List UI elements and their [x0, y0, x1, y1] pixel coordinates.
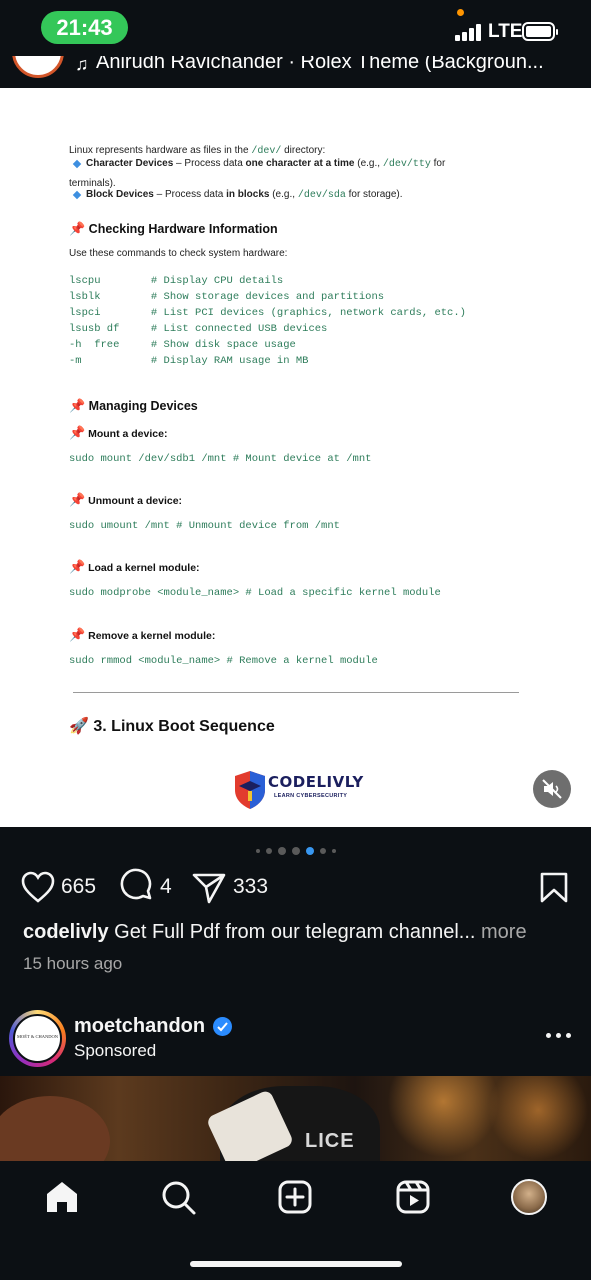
- brand-name: CODELIVLY: [268, 773, 364, 791]
- sponsored-post-image[interactable]: LICE: [0, 1076, 591, 1161]
- caption-text: Get Full Pdf from our telegram channel..…: [108, 921, 476, 943]
- subheading-mount: 📌 Mount a device:: [69, 425, 168, 440]
- battery-icon: [522, 22, 558, 41]
- comment-count[interactable]: 4: [160, 875, 172, 899]
- post-header: ♫ Anirudh Ravichander · Rolex Theme (Bac…: [0, 56, 591, 88]
- home-indicator[interactable]: [190, 1261, 402, 1267]
- block-devices-line: Block Devices – Process data in blocks (…: [86, 189, 403, 201]
- section-heading-check: 📌 Checking Hardware Information: [69, 221, 278, 236]
- send-icon: [192, 873, 226, 904]
- character-devices-line-2: terminals).: [69, 178, 116, 189]
- plus-square-icon: [278, 1180, 312, 1214]
- status-time: 21:43: [41, 11, 128, 44]
- post-actions: 665 4 333: [0, 866, 591, 910]
- pushpin-icon: 📌: [69, 425, 86, 440]
- codelivly-logo: CODELIVLY LEARN CYBERSECURITY: [234, 770, 363, 810]
- post-image[interactable]: Linux represents hardware as files in th…: [0, 88, 591, 827]
- code-line: -m # Display RAM usage in MB: [69, 355, 309, 367]
- nav-create[interactable]: [275, 1177, 315, 1217]
- verified-badge-icon: [213, 1017, 232, 1036]
- sound-off-icon: [542, 779, 562, 799]
- remove-module-command: sudo rmmod <module_name> # Remove a kern…: [69, 655, 378, 667]
- sponsor-avatar[interactable]: MOËT & CHANDON: [13, 1014, 62, 1063]
- bullet-diamond-icon: [72, 190, 82, 200]
- caption-username[interactable]: codelivly: [23, 921, 109, 943]
- code-line: lsblk # Show storage devices and partiti…: [69, 291, 385, 303]
- caption-more-link[interactable]: more: [475, 921, 527, 943]
- nav-search[interactable]: [158, 1177, 198, 1217]
- bookmark-icon: [540, 872, 568, 903]
- load-module-command: sudo modprobe <module_name> # Load a spe…: [69, 587, 441, 599]
- pushpin-icon: 📌: [69, 627, 86, 642]
- code-line: lscpu # Display CPU details: [69, 275, 284, 287]
- subheading-unmount: 📌 Unmount a device:: [69, 492, 183, 507]
- pushpin-icon: 📌: [69, 221, 86, 236]
- music-note-icon: ♫: [75, 56, 89, 74]
- like-button[interactable]: [21, 866, 55, 910]
- code-line: lsusb df # List connected USB devices: [69, 323, 328, 335]
- nav-profile-avatar[interactable]: [511, 1179, 547, 1215]
- pushpin-icon: 📌: [69, 492, 86, 507]
- code-line: lspci # List PCI devices (graphics, netw…: [69, 307, 466, 319]
- privacy-indicator-icon: [457, 9, 464, 16]
- home-icon: [47, 1182, 77, 1212]
- section-heading-managing: 📌 Managing Devices: [69, 398, 198, 413]
- bullet-diamond-icon: [72, 159, 82, 169]
- post-author-avatar[interactable]: [12, 56, 64, 78]
- shield-logo-icon: [235, 771, 265, 809]
- subheading-remove-module: 📌 Remove a kernel module:: [69, 627, 216, 642]
- code-line: -h free # Show disk space usage: [69, 339, 296, 351]
- share-count[interactable]: 333: [233, 875, 268, 899]
- brand-tagline: LEARN CYBERSECURITY: [274, 793, 348, 799]
- like-count[interactable]: 665: [61, 875, 96, 899]
- reels-icon: [396, 1180, 430, 1214]
- post-timestamp: 15 hours ago: [23, 954, 123, 973]
- rocket-icon: 🚀: [69, 718, 89, 735]
- search-icon: [162, 1181, 196, 1215]
- share-button[interactable]: [191, 866, 227, 910]
- divider: [73, 692, 519, 693]
- sponsored-label: Sponsored: [74, 1041, 157, 1060]
- unmount-command: sudo umount /mnt # Unmount device from /…: [69, 520, 340, 532]
- post-caption: codelivly Get Full Pdf from our telegram…: [23, 921, 527, 944]
- carousel-indicator: [0, 842, 591, 856]
- section-heading-boot: 🚀 3. Linux Boot Sequence: [69, 718, 275, 735]
- mount-command: sudo mount /dev/sdb1 /mnt # Mount device…: [69, 453, 372, 465]
- ad-image-text: LICE: [305, 1130, 355, 1152]
- comment-icon: [120, 868, 152, 900]
- nav-home[interactable]: [42, 1177, 82, 1217]
- save-button[interactable]: [540, 866, 568, 910]
- subheading-load-module: 📌 Load a kernel module:: [69, 559, 200, 574]
- mute-button[interactable]: [533, 770, 571, 808]
- intro-line: Linux represents hardware as files in th…: [69, 145, 326, 157]
- instagram-feed-screen: 21:43 LTE ♫ Anirudh Ravichander · Rolex …: [0, 0, 591, 1280]
- network-type: LTE: [488, 21, 523, 42]
- nav-reels[interactable]: [393, 1177, 433, 1217]
- signal-strength-icon: [455, 24, 483, 41]
- post-audio-label[interactable]: Anirudh Ravichander · Rolex Theme (Backg…: [96, 56, 544, 74]
- comment-button[interactable]: [119, 866, 155, 910]
- sponsor-avatar-wordmark: MOËT & CHANDON: [17, 1034, 58, 1039]
- more-options-button[interactable]: [546, 1026, 572, 1046]
- heart-icon: [21, 871, 55, 903]
- check-description: Use these commands to check system hardw…: [69, 248, 288, 259]
- status-bar: 21:43 LTE: [0, 0, 591, 56]
- sponsor-username[interactable]: moetchandon: [74, 1015, 205, 1038]
- character-devices-line: Character Devices – Process data one cha…: [86, 158, 446, 170]
- pushpin-icon: 📌: [69, 559, 86, 574]
- pushpin-icon: 📌: [69, 398, 86, 413]
